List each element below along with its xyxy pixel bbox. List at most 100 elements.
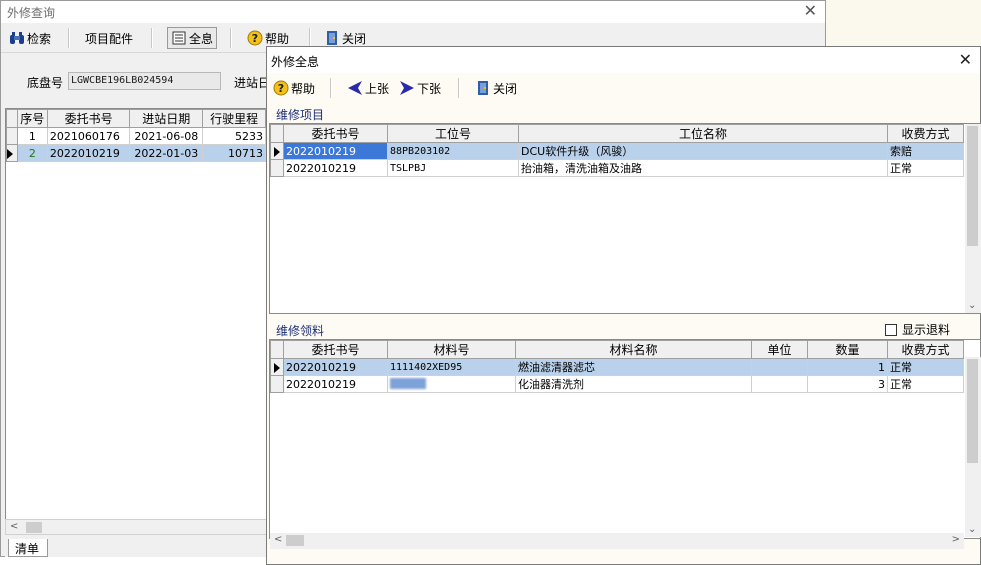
charge-method-cell: 索赔 — [887, 142, 964, 160]
table-row-selected[interactable]: 2022010219 1111402XED95 燃油滤清器滤芯 1 正常 — [270, 358, 964, 376]
column-header[interactable]: 工位名称 — [518, 124, 888, 143]
order-no-cell: 2022010219 — [283, 142, 388, 160]
table-row-selected[interactable]: 2 2022010219 2022-01-03 10713 — [6, 144, 266, 162]
date-cell: 2021-06-08 — [129, 127, 204, 145]
charge-method-cell: 正常 — [887, 159, 964, 177]
column-header[interactable]: 行驶里程 — [202, 109, 266, 128]
toolbar-separator — [68, 28, 70, 48]
close-icon[interactable]: ✕ — [959, 50, 972, 69]
current-row-pointer-icon — [274, 362, 280, 373]
show-returns-label: 显示退料 — [902, 323, 951, 337]
column-header[interactable]: 收费方式 — [887, 124, 964, 143]
exit-door-icon — [327, 31, 337, 45]
help-button-label: 帮助 — [291, 81, 316, 96]
window-title: 外修全息 — [271, 55, 320, 69]
row-indicator — [270, 142, 284, 160]
chassis-no-label: 底盘号 — [27, 76, 64, 90]
table-row[interactable]: 2022010219 化油器清洗剂 3 正常 — [270, 375, 964, 393]
column-header[interactable]: 委托书号 — [283, 340, 388, 359]
row-indicator — [6, 144, 18, 162]
column-header[interactable]: 委托书号 — [283, 124, 388, 143]
scroll-down-icon[interactable]: ⌄ — [968, 524, 976, 535]
row-indicator — [270, 358, 284, 376]
binoculars-icon — [10, 32, 24, 44]
close-button-label: 关闭 — [342, 31, 367, 46]
exit-door-icon — [478, 81, 488, 95]
order-list-grid: 序号 委托书号 进站日期 行驶里程 1 2021060176 2021-06-0… — [5, 108, 267, 535]
column-header[interactable]: 数量 — [807, 340, 888, 359]
row-indicator — [270, 159, 284, 177]
material-name-cell: 燃油滤清器滤芯 — [515, 358, 752, 376]
scroll-left-icon[interactable]: < — [10, 521, 18, 532]
help-button[interactable]: ? 帮助 — [273, 77, 315, 99]
items-parts-button-label: 项目配件 — [85, 31, 134, 46]
scroll-thumb[interactable] — [967, 126, 978, 246]
order-no-cell: 2022010219 — [283, 375, 388, 393]
title-bar: 外修查询 ✕ — [1, 1, 825, 23]
material-no-cell-redacted — [387, 375, 516, 393]
column-header[interactable]: 进站日期 — [129, 109, 204, 128]
svg-text:?: ? — [278, 82, 284, 95]
scroll-thumb[interactable] — [967, 359, 978, 463]
column-header[interactable]: 材料名称 — [515, 340, 752, 359]
row-indicator-header — [270, 124, 284, 143]
search-button-label: 检索 — [27, 31, 52, 46]
vertical-scrollbar[interactable]: ⌄ — [965, 124, 981, 313]
material-name-cell: 化油器清洗剂 — [515, 375, 752, 393]
entry-date-label: 进站日 — [234, 76, 271, 90]
column-header[interactable]: 收费方式 — [887, 340, 964, 359]
vertical-scrollbar[interactable]: ⌄ — [965, 357, 981, 537]
scroll-thumb[interactable] — [286, 535, 304, 546]
document-icon — [172, 31, 186, 45]
scroll-thumb[interactable] — [26, 522, 42, 533]
mileage-cell: 10713 — [202, 144, 266, 162]
table-row-selected[interactable]: 2022010219 88PB203102 DCU软件升级（风骏） 索赔 — [270, 142, 964, 160]
chassis-no-field[interactable]: LGWCBE196LB024594 — [68, 72, 221, 90]
search-button[interactable]: 检索 — [9, 27, 51, 49]
items-parts-button[interactable]: 项目配件 — [85, 27, 133, 49]
repair-items-grid: 委托书号 工位号 工位名称 收费方式 2022010219 88PB203102… — [269, 123, 981, 314]
row-indicator-header — [270, 340, 284, 359]
charge-method-cell: 正常 — [887, 358, 964, 376]
close-icon[interactable]: ✕ — [804, 1, 817, 20]
prev-button[interactable]: 上张 — [347, 77, 389, 99]
toolbar-separator — [458, 78, 460, 98]
toolbar-separator — [330, 78, 332, 98]
repair-items-section-label: 维修项目 — [276, 108, 325, 122]
help-icon: ? — [273, 80, 289, 96]
scroll-down-icon[interactable]: ⌄ — [968, 300, 976, 311]
tab-list[interactable]: 清单 — [8, 539, 48, 557]
horizontal-scrollbar[interactable]: < > — [270, 533, 964, 549]
next-button[interactable]: 下张 — [399, 77, 441, 99]
horizontal-scrollbar[interactable]: < — [5, 519, 267, 535]
station-no-cell: 88PB203102 — [387, 142, 519, 160]
table-row[interactable]: 1 2021060176 2021-06-08 5233 — [6, 127, 266, 145]
checkbox-box[interactable] — [885, 323, 897, 336]
unit-cell — [751, 358, 808, 376]
grid-header: 序号 委托书号 进站日期 行驶里程 — [6, 109, 266, 128]
title-bar: 外修全息 ✕ — [267, 47, 980, 73]
grid-header: 委托书号 工位号 工位名称 收费方式 — [270, 124, 964, 143]
repair-materials-grid: 委托书号 材料号 材料名称 单位 数量 收费方式 2022010219 1111… — [269, 339, 981, 539]
date-cell: 2022-01-03 — [129, 144, 204, 162]
column-header[interactable]: 单位 — [751, 340, 808, 359]
unit-cell — [751, 375, 808, 393]
show-returns-checkbox[interactable]: 显示退料 — [885, 321, 950, 338]
full-info-button-label: 全息 — [189, 31, 214, 46]
tab-strip: 清单 — [5, 539, 267, 557]
full-info-button[interactable]: 全息 — [167, 27, 218, 49]
scroll-left-icon[interactable]: < — [274, 534, 282, 545]
station-name-cell: DCU软件升级（风骏） — [518, 142, 888, 160]
redacted-value — [390, 378, 426, 390]
scroll-right-icon[interactable]: > — [952, 534, 960, 545]
column-header[interactable]: 序号 — [16, 109, 48, 128]
material-no-cell: 1111402XED95 — [387, 358, 516, 376]
column-header[interactable]: 工位号 — [387, 124, 519, 143]
order-no-cell: 2022010219 — [283, 159, 388, 177]
next-button-label: 下张 — [417, 81, 442, 96]
order-no-cell: 2021060176 — [46, 127, 131, 145]
column-header[interactable]: 材料号 — [387, 340, 516, 359]
close-button[interactable]: 关闭 — [475, 77, 517, 99]
column-header[interactable]: 委托书号 — [46, 109, 131, 128]
table-row[interactable]: 2022010219 TSLPBJ 抬油箱，清洗油箱及油路 正常 — [270, 159, 964, 177]
